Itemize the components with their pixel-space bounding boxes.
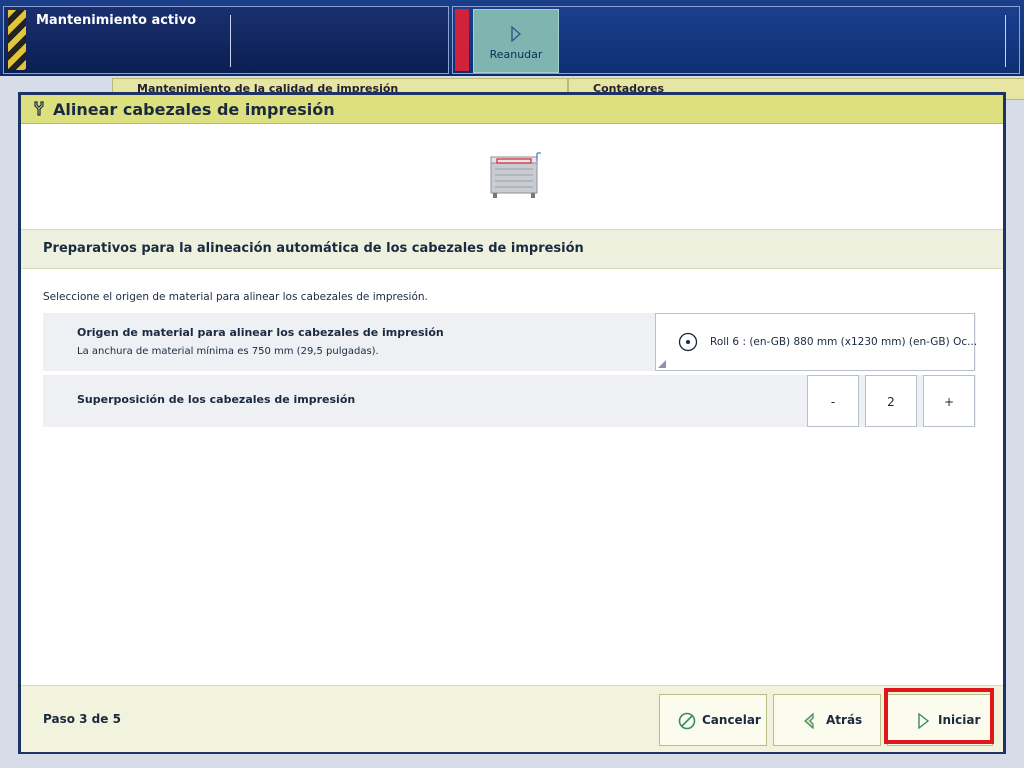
- overlap-label: Superposición de los cabezales de impres…: [77, 393, 356, 406]
- cancel-label: Cancelar: [702, 713, 761, 727]
- section-header: Preparativos para la alineación automáti…: [21, 229, 1003, 269]
- back-arrow-icon: [804, 712, 814, 730]
- back-button[interactable]: Atrás: [773, 694, 881, 746]
- start-button-highlight: [884, 688, 994, 744]
- dropdown-corner-icon: [658, 360, 666, 368]
- media-source-label: Origen de material para alinear los cabe…: [77, 326, 444, 339]
- printer-illustration-icon: [490, 152, 541, 198]
- status-title: Mantenimiento activo: [36, 13, 197, 28]
- step-indicator: Paso 3 de 5: [43, 712, 121, 726]
- increase-button[interactable]: +: [923, 375, 975, 427]
- media-source-sublabel: La anchura de material mínima es 750 mm …: [77, 346, 379, 357]
- decrease-button[interactable]: -: [807, 375, 859, 427]
- back-label: Atrás: [826, 713, 863, 727]
- play-icon: [511, 26, 521, 42]
- instruction-text: Seleccione el origen de material para al…: [43, 291, 428, 303]
- top-status-bar: Mantenimiento activo Reanudar: [0, 0, 1024, 76]
- dialog-header: Alinear cabezales de impresión: [21, 95, 1003, 124]
- wrench-icon: [34, 101, 44, 116]
- resume-label: Reanudar: [489, 48, 543, 61]
- media-source-value: Roll 6 : (en-GB) 880 mm (x1230 mm) (en-G…: [710, 336, 978, 348]
- cancel-button[interactable]: Cancelar: [659, 694, 767, 746]
- job-panel: Reanudar: [452, 6, 1020, 74]
- section-title: Preparativos para la alineación automáti…: [43, 241, 584, 256]
- divider: [1005, 15, 1006, 67]
- error-indicator: [455, 9, 469, 71]
- dialog-title: Alinear cabezales de impresión: [53, 100, 335, 119]
- overlap-value-field[interactable]: 2: [865, 375, 917, 427]
- maintenance-status-panel: Mantenimiento activo: [3, 6, 449, 74]
- divider: [230, 15, 231, 67]
- cancel-icon: [678, 712, 696, 730]
- resume-button[interactable]: Reanudar: [473, 9, 559, 73]
- media-source-select[interactable]: Roll 6 : (en-GB) 880 mm (x1230 mm) (en-G…: [655, 313, 978, 371]
- align-printheads-dialog: Alinear cabezales de impresión Preparati…: [18, 92, 1006, 754]
- dialog-footer: Paso 3 de 5 Cancelar Atrás Iniciar: [21, 685, 1003, 752]
- media-roll-icon: [678, 332, 698, 352]
- hazard-stripe-icon: [8, 10, 26, 70]
